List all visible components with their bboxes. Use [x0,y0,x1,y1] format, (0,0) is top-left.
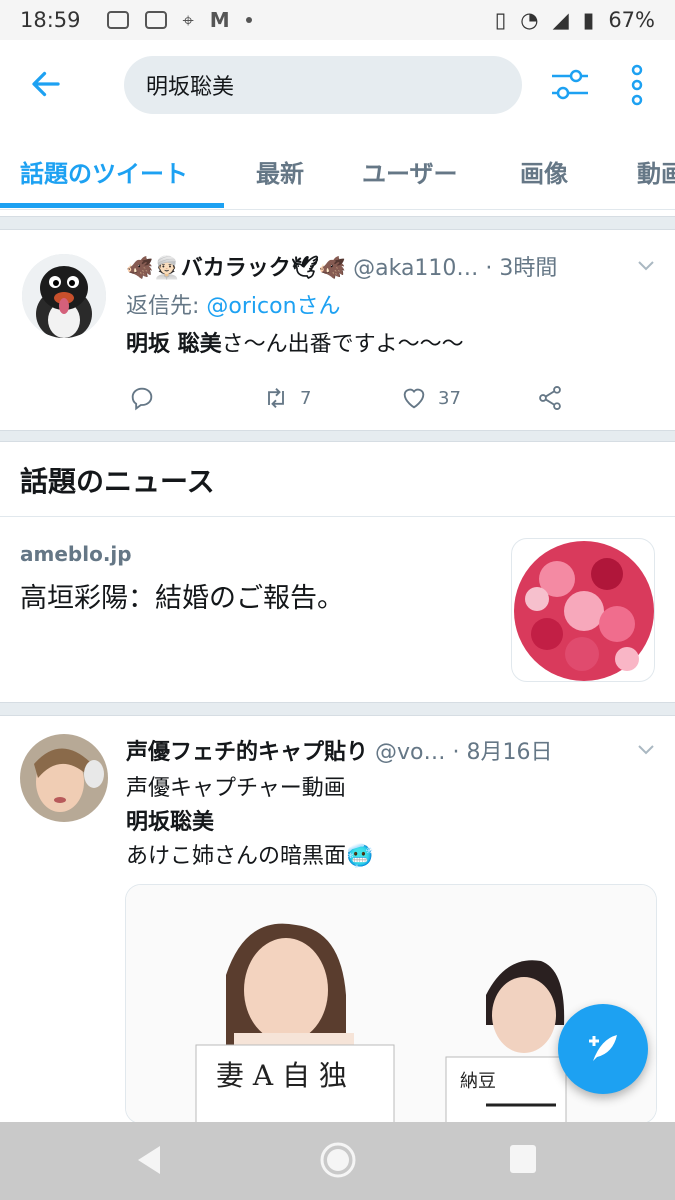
display-name[interactable]: 声優フェチ的キャプ貼り [126,740,368,765]
active-tab-indicator [0,203,224,208]
section-separator [0,430,675,442]
tweet-header: 声優フェチ的キャプ貼り @vo… · 8月16日 [126,734,552,766]
tweet-text-rest: さ〜ん出番ですよ〜〜〜 [221,332,464,357]
battery-icon: ▮ [582,8,595,32]
more-notifications-icon [245,17,252,23]
news-headline: 高垣彩陽：結婚のご報告。 [20,583,344,614]
media-image: 妻 A 自 独 納豆 [126,885,656,1123]
tweet-header: 🐗👳🏻バカラック🕊🐗 @aka110… · 3時間 [126,250,557,282]
location-icon: ⌖ [182,8,194,32]
reply-button[interactable] [128,384,156,412]
user-handle: @vo… [375,740,446,765]
compose-feather-icon [589,1035,617,1061]
section-separator [0,702,675,716]
filter-icon[interactable] [550,66,590,104]
tweet[interactable]: 🐗👳🏻バカラック🕊🐗 @aka110… · 3時間 返信先: @oriconさん… [0,230,675,430]
reply-icon [131,387,153,411]
avatar[interactable] [22,254,106,338]
news-thumbnail[interactable] [511,538,655,682]
search-query: 明坂聡美 [146,75,235,100]
search-header: 明坂聡美 [0,40,675,130]
status-bar: 18:59 ⌖ M ▯ ◔ ◢ ▮ 67% [0,0,675,40]
notification-app-icon [106,11,129,29]
tweet-text-line: 声優キャプチャー動画 [126,776,346,801]
retweet-icon [268,388,284,408]
divider [0,516,675,517]
tweet-time: · 8月16日 [452,740,553,765]
news-source: ameblo.jp [20,542,132,566]
news-section-title: 話題のニュース [20,465,215,498]
nav-recents-icon[interactable] [508,1142,538,1176]
share-button[interactable] [536,384,564,412]
tab-videos[interactable]: 動画 [637,154,675,189]
svg-text:妻 A 自 独: 妻 A 自 独 [216,1059,347,1092]
heart-icon [403,388,425,409]
search-tabs: 話題のツイート 最新 ユーザー 画像 動画 [0,130,675,210]
battery-percent: 67% [608,8,655,32]
chevron-down-icon[interactable] [637,260,655,272]
nav-home-icon[interactable] [318,1140,358,1180]
tweet-text-line: 明坂聡美 [126,810,215,835]
tab-latest[interactable]: 最新 [256,154,304,189]
svg-text:納豆: 納豆 [460,1071,496,1092]
section-separator [0,216,675,230]
tweet-text: 明坂 聡美さ〜ん出番ですよ〜〜〜 [126,326,464,358]
compose-tweet-button[interactable] [558,1004,648,1094]
user-handle: @aka110… [353,256,479,281]
more-options-icon[interactable] [622,64,652,106]
tab-users[interactable]: ユーザー [362,154,458,189]
reply-context: 返信先: @oriconさん [126,288,341,320]
tweet-time: · 3時間 [485,256,558,281]
wifi-icon: ◔ [520,8,539,32]
chevron-down-icon[interactable] [637,744,655,756]
mcdonalds-icon: M [209,8,230,32]
share-icon [539,385,561,411]
shopping-bag-icon [144,11,167,29]
tweet-text-bold: 明坂 聡美 [126,332,222,357]
back-arrow-icon[interactable] [28,66,64,102]
nav-back-icon[interactable] [132,1142,166,1178]
tweet-text-line: あけこ姉さんの暗黒面🥶 [126,844,374,869]
notification-icons: ⌖ M [106,8,252,32]
vibrate-icon: ▯ [494,8,507,32]
reply-prefix: 返信先: [126,294,207,319]
avatar[interactable] [20,734,108,822]
retweet-button[interactable]: 7 [262,384,311,412]
tweet-media[interactable]: 妻 A 自 独 納豆 [125,884,657,1124]
retweet-count: 7 [300,387,312,409]
signal-icon: ◢ [552,8,569,32]
display-name[interactable]: 🐗👳🏻バカラック🕊🐗 [126,256,346,281]
like-count: 37 [438,387,461,409]
like-button[interactable]: 37 [400,384,461,412]
tab-images[interactable]: 画像 [520,154,568,189]
status-time: 18:59 [20,8,81,32]
reply-to-link[interactable]: @oriconさん [206,294,340,319]
tab-top-tweets[interactable]: 話題のツイート [20,154,188,189]
system-navigation-bar [0,1122,675,1200]
search-input[interactable]: 明坂聡美 [124,56,522,114]
